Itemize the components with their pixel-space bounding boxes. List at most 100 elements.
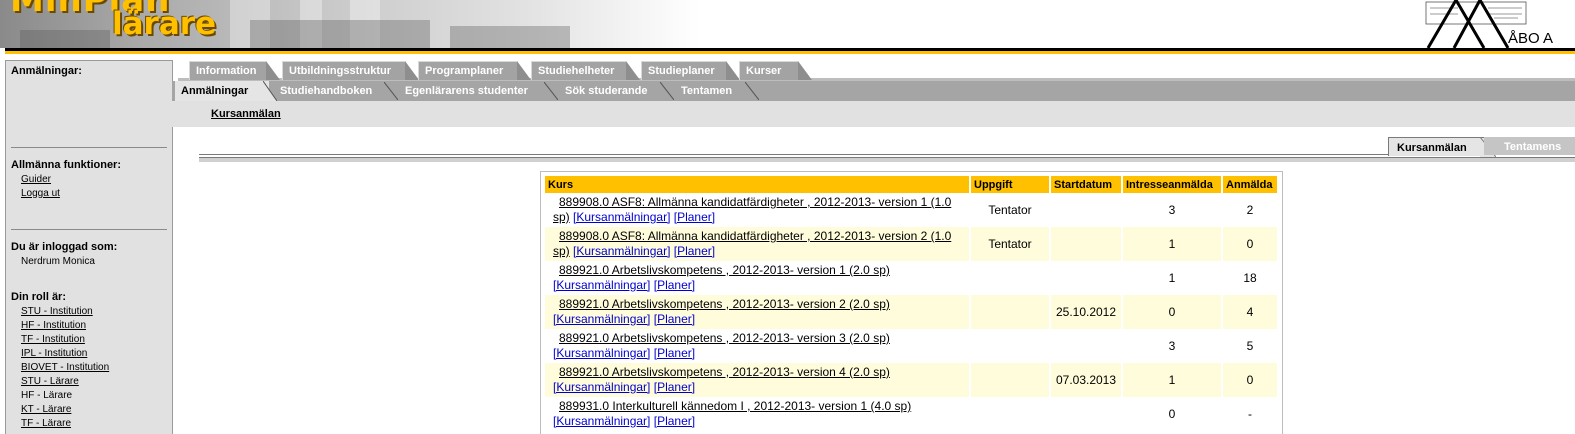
start-date-cell: 25.10.2012 bbox=[1050, 295, 1123, 329]
planer-link[interactable]: [Planer] bbox=[654, 346, 695, 360]
task-cell bbox=[970, 329, 1051, 363]
task-cell: Tentator bbox=[970, 227, 1051, 261]
planer-link[interactable]: [Planer] bbox=[674, 210, 715, 224]
tab-studiehandboken[interactable]: Studiehandboken bbox=[274, 82, 372, 100]
registered-count-cell: - bbox=[1222, 397, 1279, 431]
tab-kurser[interactable]: Kurser bbox=[739, 61, 812, 80]
course-name-link[interactable]: 889921.0 Arbetslivskompetens , 2012-2013… bbox=[559, 331, 890, 345]
tab-studieplaner[interactable]: Studieplaner bbox=[641, 61, 740, 80]
role-link[interactable]: KT - Lärare bbox=[21, 404, 71, 415]
registered-count-cell: 0 bbox=[1222, 363, 1279, 397]
registered-count-cell: 0 bbox=[1222, 227, 1279, 261]
logged-in-heading: Du är inloggad som: bbox=[11, 241, 118, 253]
course-cell: 889931.0 Interkulturell kännedom I , 201… bbox=[545, 397, 971, 431]
role-link[interactable]: HF - Institution bbox=[21, 320, 86, 331]
start-date-cell bbox=[1050, 193, 1123, 227]
course-name-link[interactable]: 889921.0 Arbetslivskompetens , 2012-2013… bbox=[559, 263, 890, 277]
registered-count-cell: 5 bbox=[1222, 329, 1279, 363]
start-date-cell bbox=[1050, 397, 1123, 431]
kursanmalan-link[interactable]: Kursanmälan bbox=[211, 108, 281, 120]
column-header-intresseanmalda: Intresseanmälda bbox=[1122, 176, 1223, 193]
task-cell: Tentator bbox=[970, 193, 1051, 227]
course-cell: 889921.0 Arbetslivskompetens , 2012-2013… bbox=[545, 261, 971, 295]
kursanmalningar-link[interactable]: [Kursanmälningar] bbox=[553, 312, 650, 326]
header-banner: MinPlan lärare ÅBO A bbox=[0, 0, 1575, 54]
tab-tentamens[interactable]: Tentamens bbox=[1484, 137, 1575, 155]
interested-count-cell: 1 bbox=[1122, 363, 1223, 397]
interested-count-cell: 1 bbox=[1122, 227, 1223, 261]
task-cell bbox=[970, 261, 1051, 295]
course-table-panel: Kurs Uppgift Startdatum Intresseanmälda … bbox=[540, 171, 1283, 434]
logout-link[interactable]: Logga ut bbox=[21, 188, 60, 199]
table-row: 889921.0 Arbetslivskompetens , 2012-2013… bbox=[545, 329, 1279, 363]
content-tab-bar bbox=[199, 157, 1575, 162]
course-cell: 889921.0 Arbetslivskompetens , 2012-2013… bbox=[545, 295, 971, 329]
column-header-anmalda: Anmälda bbox=[1222, 176, 1279, 193]
sidebar-divider bbox=[11, 147, 167, 148]
planer-link[interactable]: [Planer] bbox=[654, 312, 695, 326]
column-header-startdatum: Startdatum bbox=[1050, 176, 1123, 193]
table-row: 889921.0 Arbetslivskompetens , 2012-2013… bbox=[545, 295, 1279, 329]
planer-link[interactable]: [Planer] bbox=[654, 278, 695, 292]
kursanmalningar-link[interactable]: [Kursanmälningar] bbox=[573, 210, 670, 224]
university-name: ÅBO A bbox=[1508, 30, 1554, 47]
start-date-cell bbox=[1050, 227, 1123, 261]
course-name-link-tail[interactable]: sp) bbox=[553, 210, 570, 224]
kursanmalningar-link[interactable]: [Kursanmälningar] bbox=[553, 414, 650, 428]
content-tab-line bbox=[199, 154, 1575, 155]
role-current: HF - Lärare bbox=[21, 390, 73, 401]
interested-count-cell: 3 bbox=[1122, 193, 1223, 227]
tab-tentamen[interactable]: Tentamen bbox=[675, 82, 732, 100]
kursanmalningar-link[interactable]: [Kursanmälningar] bbox=[553, 380, 650, 394]
task-cell bbox=[970, 295, 1051, 329]
course-name-link[interactable]: 889921.0 Arbetslivskompetens , 2012-2013… bbox=[559, 297, 890, 311]
general-functions-heading: Allmänna funktioner: bbox=[11, 159, 122, 171]
tab-information[interactable]: Information bbox=[189, 61, 280, 80]
header-divider-accent bbox=[5, 51, 1575, 54]
planer-link[interactable]: [Planer] bbox=[654, 414, 695, 428]
tab-sok-studerande[interactable]: Sök studerande bbox=[559, 82, 648, 100]
role-link[interactable]: TF - Institution bbox=[21, 334, 85, 345]
table-row: 889921.0 Arbetslivskompetens , 2012-2013… bbox=[545, 261, 1279, 295]
course-name-link[interactable]: 889921.0 Arbetslivskompetens , 2012-2013… bbox=[559, 365, 890, 379]
role-link[interactable]: IPL - Institution bbox=[21, 348, 87, 359]
role-link[interactable]: STU - Lärare bbox=[21, 376, 79, 387]
header-photo: MinPlan lärare bbox=[0, 0, 700, 48]
kursanmalningar-link[interactable]: [Kursanmälningar] bbox=[573, 244, 670, 258]
tab-separator-icon bbox=[384, 82, 398, 100]
guides-link[interactable]: Guider bbox=[21, 174, 51, 185]
tab-utbildningsstruktur[interactable]: Utbildningsstruktur bbox=[282, 61, 419, 80]
course-cell: 889921.0 Arbetslivskompetens , 2012-2013… bbox=[545, 329, 971, 363]
planer-link[interactable]: [Planer] bbox=[654, 380, 695, 394]
sidebar: Anmälningar: Allmänna funktioner: Guider… bbox=[5, 60, 173, 434]
registered-count-cell: 4 bbox=[1222, 295, 1279, 329]
tab-programplaner[interactable]: Programplaner bbox=[418, 61, 531, 80]
kursanmalningar-link[interactable]: [Kursanmälningar] bbox=[553, 346, 650, 360]
kursanmalningar-link[interactable]: [Kursanmälningar] bbox=[553, 278, 650, 292]
start-date-cell bbox=[1050, 261, 1123, 295]
course-cell: 889908.0 ASF8: Allmänna kandidatfärdighe… bbox=[545, 227, 971, 261]
task-cell bbox=[970, 363, 1051, 397]
course-name-link-tail[interactable]: sp) bbox=[553, 244, 570, 258]
tab-kursanmalan[interactable]: Kursanmälan bbox=[1388, 137, 1490, 156]
course-name-link[interactable]: 889908.0 ASF8: Allmänna kandidatfärdighe… bbox=[559, 229, 951, 243]
role-link[interactable]: TF - Lärare bbox=[21, 418, 71, 429]
course-cell: 889908.0 ASF8: Allmänna kandidatfärdighe… bbox=[545, 193, 971, 227]
course-name-link[interactable]: 889908.0 ASF8: Allmänna kandidatfärdighe… bbox=[559, 195, 951, 209]
column-header-kurs: Kurs bbox=[545, 176, 971, 193]
interested-count-cell: 1 bbox=[1122, 261, 1223, 295]
role-link[interactable]: BIOVET - Institution bbox=[21, 362, 109, 373]
tab-egenlararens-studenter[interactable]: Egenlärarens studenter bbox=[399, 82, 528, 100]
sidebar-divider bbox=[11, 229, 167, 230]
role-link[interactable]: STU - Institution bbox=[21, 306, 93, 317]
course-name-link[interactable]: 889931.0 Interkulturell kännedom I , 201… bbox=[559, 399, 911, 413]
course-table-body: 889908.0 ASF8: Allmänna kandidatfärdighe… bbox=[545, 193, 1279, 431]
sub-navigation-bar bbox=[172, 101, 1575, 127]
table-row: 889908.0 ASF8: Allmänna kandidatfärdighe… bbox=[545, 193, 1279, 227]
tab-studiehelheter[interactable]: Studiehelheter bbox=[531, 61, 640, 80]
tab-anmalningar[interactable]: Anmälningar bbox=[175, 81, 269, 101]
task-cell bbox=[970, 397, 1051, 431]
tab-separator-icon bbox=[745, 82, 759, 100]
table-row: 889908.0 ASF8: Allmänna kandidatfärdighe… bbox=[545, 227, 1279, 261]
planer-link[interactable]: [Planer] bbox=[674, 244, 715, 258]
